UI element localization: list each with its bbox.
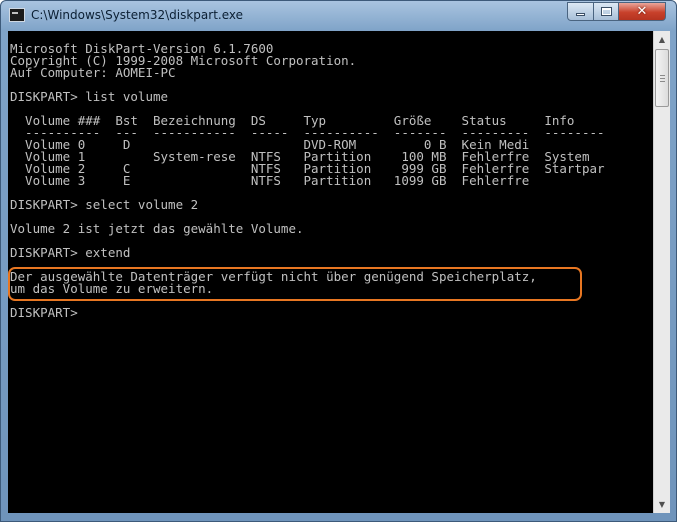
console-line: DISKPART> [10,305,86,320]
console-line: Volume 3 E NTFS Partition 1099 GB Fehler… [10,173,530,188]
maximize-icon [601,7,612,16]
scrollbar-thumb[interactable] [655,49,669,107]
vertical-scrollbar[interactable]: ▲ ▼ [653,31,670,513]
console-window: C:\Windows\System32\diskpart.exe ✕ Micro… [0,0,677,522]
scroll-down-arrow-icon[interactable]: ▼ [654,496,670,513]
close-icon: ✕ [636,4,648,19]
scroll-up-arrow-icon[interactable]: ▲ [654,31,670,48]
console-line: DISKPART> extend [10,245,131,260]
thumb-grip-line [660,81,665,82]
window-title: C:\Windows\System32\diskpart.exe [31,8,243,22]
close-button[interactable]: ✕ [618,2,666,21]
console-app-icon[interactable] [9,8,25,22]
error-message-highlight [8,267,582,301]
console-line: DISKPART> list volume [10,89,169,104]
thumb-grip-line [660,75,665,76]
console-line: Volume 2 ist jetzt das gewählte Volume. [10,221,304,236]
thumb-grip-line [660,78,665,79]
maximize-button[interactable] [593,2,619,21]
minimize-button[interactable] [567,2,594,21]
console-line: DISKPART> select volume 2 [10,197,199,212]
title-bar[interactable]: C:\Windows\System32\diskpart.exe ✕ [1,1,676,31]
minimize-icon [576,13,585,16]
console-output[interactable]: Microsoft DiskPart-Version 6.1.7600 Copyr… [8,31,653,513]
console-line: Auf Computer: AOMEI-PC [10,65,176,80]
